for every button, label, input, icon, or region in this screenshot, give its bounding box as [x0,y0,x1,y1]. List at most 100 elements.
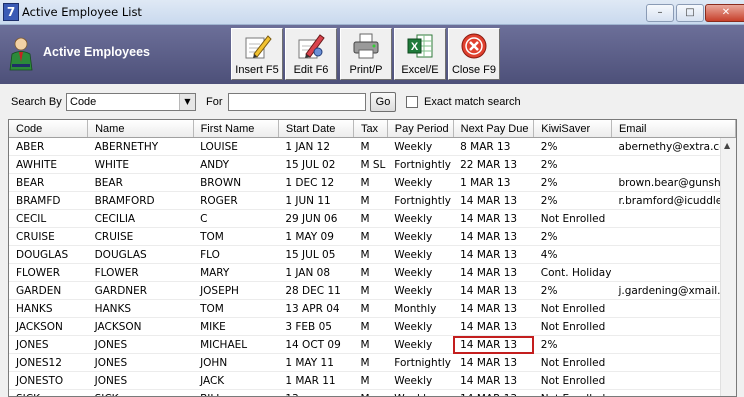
table-row[interactable]: JACKSON JACKSON MIKE 3 FEB 05 M Weekly 14 MAR … [9,317,736,336]
table-cell: 14 MAR 13 [453,389,534,396]
column-header-start-date[interactable]: Start Date [278,120,354,138]
close-button-label: Close F9 [451,64,497,76]
print-button-label: Print/P [349,64,383,76]
table-cell: 13 APR 04 [278,299,354,318]
table-cell: 14 MAR 13 [453,353,534,372]
column-header-next-pay-due[interactable]: Next Pay Due [453,120,535,138]
table-cell [611,317,736,336]
print-button[interactable]: Print/P [340,28,392,80]
table-cell: 14 MAR 13 [453,317,534,336]
table-cell: 1 MAR 11 [278,371,354,390]
table-cell: JACKSON [87,317,194,336]
table-cell: 15 JUL 05 [278,245,354,264]
column-header-kiwisaver[interactable]: KiwiSaver [533,120,612,138]
column-header-name[interactable]: Name [87,120,194,138]
column-header-tax[interactable]: Tax [353,120,388,138]
highlighted-cell: 14 MAR 13 [453,335,534,354]
table-cell: 14 MAR 13 [453,227,534,246]
table-cell: Cont. Holiday [533,263,612,282]
table-cell: M [353,335,388,354]
table-row[interactable]: DOUGLAS DOUGLAS FLO 15 JUL 05 M Weekly 14 MAR … [9,245,736,264]
maximize-button[interactable]: □ [676,4,704,22]
exact-match-checkbox[interactable] [406,96,418,108]
table-cell: FLO [193,245,279,264]
table-row[interactable]: BEAR BEAR BROWN 1 DEC 12 M Weekly 1 MAR 13 2% br… [9,173,736,192]
table-cell: JONES [87,371,194,390]
table-cell: Weekly [387,317,454,336]
table-cell: abernethy@extra.co.n [611,137,736,156]
table-row[interactable]: GARDEN GARDNER JOSEPH 28 DEC 11 M Weekly 14 MA… [9,281,736,300]
table-cell: Weekly [387,245,454,264]
table-cell: M [353,173,388,192]
table-cell: 28 DEC 11 [278,281,354,300]
table-cell: FLOWER [9,263,88,282]
close-circle-icon [461,33,487,59]
table-cell: FLOWER [87,263,194,282]
table-row[interactable]: BRAMFD BRAMFORD ROGER 1 JUN 11 M Fortnightly 1… [9,191,736,210]
search-by-label: Search By [11,96,62,108]
table-cell: 2% [533,155,612,174]
employee-grid[interactable]: Code Name First Name Start Date Tax Pay Perio… [8,119,737,397]
table-cell [611,389,736,396]
table-cell: M [353,299,388,318]
table-cell: 4% [533,245,612,264]
table-row[interactable]: CRUISE CRUISE TOM 1 MAY 09 M Weekly 14 MAR 13 2… [9,227,736,246]
table-cell: Fortnightly [387,353,454,372]
search-input[interactable] [228,93,366,111]
table-row[interactable]: SICKSICKBILL13 ...MWeekly14 MAR 13Not En… [9,389,736,396]
close-window-button[interactable]: ✕ [705,4,744,22]
table-cell: WHITE [87,155,194,174]
window-title: Active Employee List [22,5,142,19]
table-cell: JONES [9,335,88,354]
search-by-select[interactable]: Code ▼ [66,93,196,111]
table-cell: ABER [9,137,88,156]
table-cell: M [353,317,388,336]
table-cell: HANKS [9,299,88,318]
table-cell: M SL [353,155,388,174]
table-cell: C [193,209,279,228]
table-row[interactable]: CECIL CECILIA C 29 JUN 06 M Weekly 14 MAR 13 No… [9,209,736,228]
chevron-down-icon[interactable]: ▼ [179,94,195,110]
table-cell: M [353,227,388,246]
close-button[interactable]: Close F9 [448,28,500,80]
table-cell: ROGER [193,191,279,210]
table-cell: 1 JUN 11 [278,191,354,210]
table-row[interactable]: ABER ABERNETHY LOUISE 1 JAN 12 M Weekly 8 MAR … [9,137,736,156]
minimize-button[interactable]: – [646,4,674,22]
table-cell: TOM [193,299,279,318]
table-cell: M [353,137,388,156]
column-header-pay-period[interactable]: Pay Period [387,120,454,138]
table-cell: Not Enrolled [533,317,612,336]
insert-button[interactable]: Insert F5 [231,28,283,80]
table-cell: j.gardening@xmail.co [611,281,736,300]
table-row[interactable]: JONES12 JONES JOHN 1 MAY 11 M Fortnightly 14 M… [9,353,736,372]
table-cell: MIKE [193,317,279,336]
table-row[interactable]: JONESTO JONES JACK 1 MAR 11 M Weekly 14 MAR 13… [9,371,736,390]
excel-button-label: Excel/E [401,64,439,76]
table-cell: ANDY [193,155,279,174]
table-cell: CRUISE [87,227,194,246]
scroll-up-icon[interactable]: ▲ [724,141,730,150]
column-header-first-name[interactable]: First Name [193,120,279,138]
table-row[interactable]: FLOWER FLOWER MARY 1 JAN 08 M Weekly 14 MAR 13… [9,263,736,282]
table-row[interactable]: HANKS HANKS TOM 13 APR 04 M Monthly 14 MAR 13 N… [9,299,736,318]
table-cell: AWHITE [9,155,88,174]
table-cell: 29 JUN 06 [278,209,354,228]
table-row[interactable]: JONES JONES MICHAEL 14 OCT 09 M Weekly 14 MAR … [9,335,736,354]
table-cell: 14 MAR 13 [453,371,534,390]
column-header-code[interactable]: Code [9,120,89,138]
vertical-scrollbar[interactable]: ▲ [720,138,736,396]
table-cell: TOM [193,227,279,246]
table-cell: 14 MAR 13 [453,299,534,318]
edit-button[interactable]: Edit F6 [285,28,337,80]
go-button[interactable]: Go [370,92,396,112]
excel-icon: X [407,34,433,58]
table-cell: CRUISE [9,227,88,246]
table-cell: BRAMFORD [87,191,194,210]
excel-button[interactable]: X Excel/E [394,28,446,80]
table-cell: ABERNETHY [87,137,194,156]
table-row[interactable]: AWHITE WHITE ANDY 15 JUL 02 M SL Fortnightly 2… [9,155,736,174]
column-header-email[interactable]: Email [611,120,736,138]
table-cell: 2% [533,335,612,354]
table-cell: JACK [193,371,279,390]
